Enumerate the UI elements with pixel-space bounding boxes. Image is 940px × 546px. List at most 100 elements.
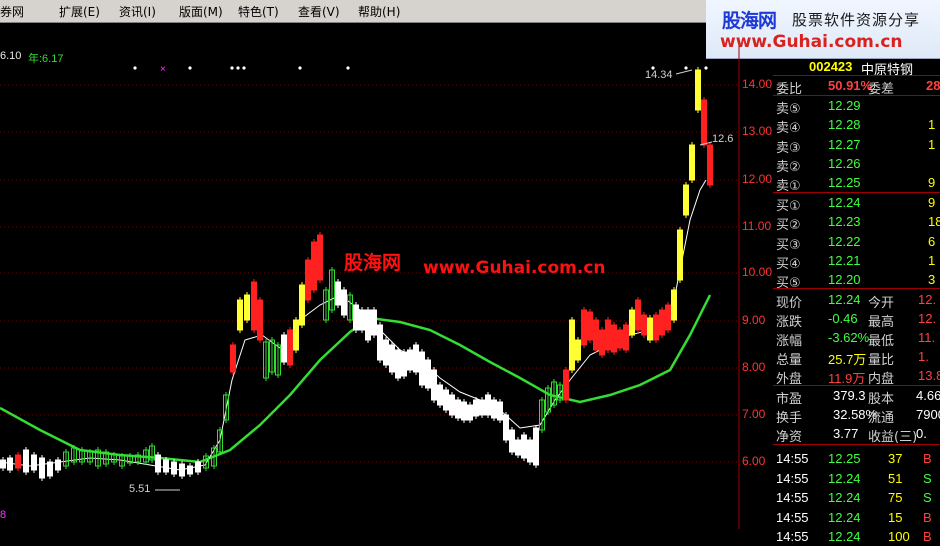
candle-body <box>311 241 317 291</box>
tick-side: B <box>923 509 932 525</box>
candle-body <box>389 344 395 373</box>
candle-body <box>527 439 533 463</box>
menu-item-extend[interactable]: 扩展(E) <box>59 3 100 20</box>
weicha-value: 28 <box>926 78 940 93</box>
candle-body <box>305 259 311 301</box>
candle-body <box>371 309 377 336</box>
candle-body <box>563 369 569 401</box>
candle-body <box>611 324 617 353</box>
stat-value-2: 13.8 <box>918 368 940 383</box>
candle-body <box>293 319 299 351</box>
signal-dot <box>188 66 192 70</box>
candle-body <box>653 314 659 341</box>
tick-side: S <box>923 490 932 505</box>
candle-body <box>503 414 509 441</box>
buy-row: 买② 12.23 18 <box>773 212 940 233</box>
candle-body <box>23 449 29 473</box>
y-tick-label: 10.00 <box>742 265 773 279</box>
signal-dot <box>684 66 688 70</box>
sell-price: 12.27 <box>828 136 861 152</box>
tick-side: B <box>923 529 932 544</box>
menu-item-quan[interactable]: 券网 <box>0 3 24 20</box>
tick-volume: 37 <box>888 451 903 466</box>
candle-body <box>641 314 647 336</box>
candle-body <box>407 349 413 371</box>
menu-item-help[interactable]: 帮助(H) <box>358 3 400 20</box>
candle-body <box>39 457 45 479</box>
sell-volume: 1 <box>928 117 936 133</box>
sell-volume: 1 <box>928 136 936 152</box>
fundamental-row: 净资 3.77 收益(三) 0. <box>773 424 940 445</box>
last-price-label: 12.6 <box>712 133 734 145</box>
y-tick-label: 9.00 <box>742 313 766 327</box>
tick-volume: 100 <box>888 529 910 544</box>
sell-volume: 9 <box>928 175 936 191</box>
tick-volume: 75 <box>888 490 903 505</box>
fund-value-2: 0. <box>916 426 927 441</box>
candle-body <box>431 369 437 401</box>
candle-body <box>521 434 527 459</box>
tick-time: 14:55 <box>776 509 809 525</box>
candle-body <box>515 439 521 456</box>
candle-body <box>491 399 497 419</box>
candle-body <box>0 459 6 469</box>
stock-header: 002423 中原特钢 <box>773 57 940 78</box>
candle-body <box>581 309 587 346</box>
candle-body <box>689 144 695 181</box>
candle-body <box>359 309 365 331</box>
candle-body <box>599 329 605 356</box>
y-tick-label: 11.00 <box>742 219 772 233</box>
stat-row: 涨幅 -3.62% 最低 11. <box>773 328 940 349</box>
candle-body <box>195 461 201 473</box>
candle-body <box>629 309 635 336</box>
stat-value-2: 12. <box>918 292 937 307</box>
candle-body <box>179 463 185 477</box>
menu-item-layout[interactable]: 版面(M) <box>179 3 223 20</box>
candle-body <box>230 344 236 373</box>
stat-value-2: 1. <box>918 349 929 364</box>
buy-row: 买③ 12.22 6 <box>773 232 940 253</box>
buy-row: 买④ 12.21 1 <box>773 251 940 272</box>
candle-body <box>237 299 243 331</box>
stat-value: 12.24 <box>828 292 861 307</box>
tick-time: 14:55 <box>776 470 809 486</box>
bottom-label: 8 <box>0 509 7 521</box>
candle-body <box>353 304 359 331</box>
sell-row: 卖⑤ 12.29 <box>773 96 940 117</box>
candle-body <box>671 289 677 321</box>
buy-row: 买⑤ 12.20 3 <box>773 270 940 291</box>
tick-row: 14:55 12.24 51 S <box>773 469 940 488</box>
tick-volume: 15 <box>888 509 903 525</box>
menu-item-special[interactable]: 特色(T) <box>238 3 279 20</box>
y-tick-label: 14.00 <box>742 77 773 91</box>
tick-price: 12.25 <box>828 451 861 466</box>
watermark-cn: 股海网 <box>344 252 402 274</box>
buy-row: 买① 12.24 9 <box>773 193 940 214</box>
buy-price: 12.24 <box>828 195 861 210</box>
weibi-value: 50.91% <box>828 78 873 93</box>
candlestick-chart[interactable]: × <box>0 46 772 529</box>
buy-label: 买③ <box>776 237 801 253</box>
buy-label: 买① <box>776 199 801 214</box>
candle-body <box>569 319 575 371</box>
candle-body <box>171 461 177 475</box>
tick-row: 14:55 12.24 100 B <box>773 527 940 546</box>
candle-body <box>659 309 665 336</box>
candle-body <box>281 334 287 363</box>
menu-item-view[interactable]: 查看(V) <box>298 3 340 20</box>
fundamental-row: 市盈 379.3 股本 4.66 <box>773 386 940 407</box>
candle-body <box>701 99 707 146</box>
candle-body <box>509 429 515 453</box>
menu-item-news[interactable]: 资讯(I) <box>119 3 156 20</box>
stat-row: 外盘 11.9万 内盘 13.8 <box>773 366 940 387</box>
y-tick-label: 7.00 <box>742 407 766 421</box>
candle-body <box>593 319 599 351</box>
candle-body <box>7 457 13 471</box>
signal-dot <box>230 66 234 70</box>
candle-body <box>187 465 193 475</box>
watermark-url: www.Guhai.com.cn <box>423 258 606 278</box>
fund-label: 净资 <box>776 430 803 445</box>
fund-value-2: 4.66 <box>916 388 940 403</box>
tick-side: B <box>923 451 932 466</box>
stat-value-2: 11. <box>918 330 936 345</box>
